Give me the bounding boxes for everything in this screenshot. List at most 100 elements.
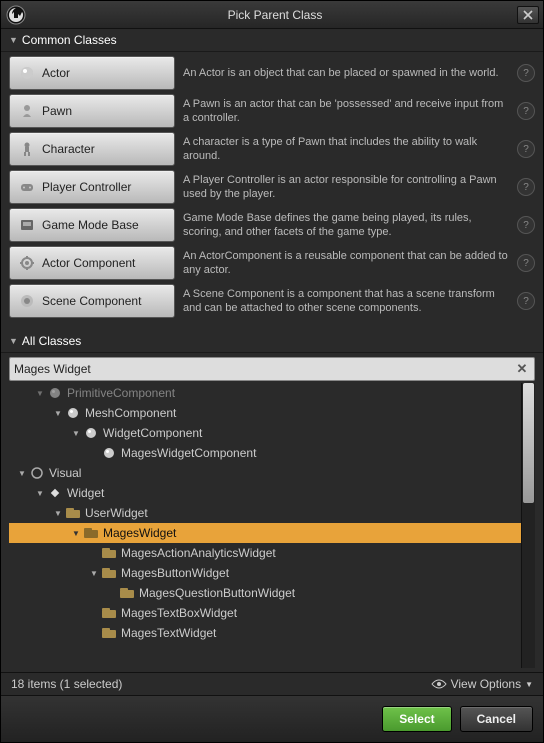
tree-node[interactable]: ▼PrimitiveComponent <box>9 383 521 403</box>
bp-icon <box>101 546 117 560</box>
character-icon <box>18 140 36 158</box>
class-description: A Pawn is an actor that can be 'possesse… <box>175 97 517 126</box>
class-button-game-mode-base[interactable]: Game Mode Base <box>9 208 175 242</box>
tree-node-label: MagesTextWidget <box>121 626 216 640</box>
tree-node[interactable]: ▼UserWidget <box>9 503 521 523</box>
tree-node[interactable]: ▼Widget <box>9 483 521 503</box>
actor-icon <box>18 64 36 82</box>
scrollbar[interactable] <box>521 383 535 668</box>
class-description: An Actor is an object that can be placed… <box>175 66 517 80</box>
expand-icon[interactable]: ▼ <box>17 469 27 478</box>
sphere-icon <box>83 426 99 440</box>
tree-node[interactable]: ▼ Visual <box>9 463 521 483</box>
class-button-actor[interactable]: Actor <box>9 56 175 90</box>
class-button-scene-component[interactable]: Scene Component <box>9 284 175 318</box>
class-row: Character A character is a type of Pawn t… <box>9 132 535 166</box>
scrollbar-thumb[interactable] <box>523 383 534 503</box>
expand-icon[interactable]: ▼ <box>71 529 81 538</box>
view-options-label: View Options <box>451 677 521 691</box>
close-button[interactable] <box>517 6 539 24</box>
help-button[interactable]: ? <box>517 64 535 82</box>
expand-icon[interactable]: ▼ <box>53 409 63 418</box>
tree-node[interactable]: ▼ MagesWidget <box>9 523 521 543</box>
all-classes-label: All Classes <box>22 334 81 348</box>
tree-node[interactable]: ▼ MeshComponent <box>9 403 521 423</box>
expand-icon[interactable]: ▼ <box>71 429 81 438</box>
cancel-button[interactable]: Cancel <box>460 706 533 732</box>
bp-icon <box>119 586 135 600</box>
tree-node-label: MagesButtonWidget <box>121 566 229 580</box>
class-button-label: Actor <box>42 66 70 80</box>
pawn-icon <box>18 102 36 120</box>
class-button-actor-component[interactable]: Actor Component <box>9 246 175 280</box>
class-description: A Scene Component is a component that ha… <box>175 287 517 316</box>
tree-node-label: MagesTextBoxWidget <box>121 606 237 620</box>
view-options-button[interactable]: View Options ▼ <box>431 677 533 691</box>
collapse-icon: ▼ <box>9 35 18 45</box>
class-button-label: Scene Component <box>42 294 141 308</box>
class-description: Game Mode Base defines the game being pl… <box>175 211 517 240</box>
class-button-label: Player Controller <box>42 180 131 194</box>
search-box: ✕ <box>9 357 535 381</box>
tree-node-label: Visual <box>49 466 81 480</box>
help-button[interactable]: ? <box>517 102 535 120</box>
help-button[interactable]: ? <box>517 178 535 196</box>
bp-icon <box>101 606 117 620</box>
expand-icon[interactable]: ▼ <box>35 489 45 498</box>
dialog-footer: Select Cancel <box>1 695 543 742</box>
circle-icon <box>29 466 45 480</box>
search-input[interactable] <box>14 362 514 376</box>
help-button[interactable]: ? <box>517 254 535 272</box>
class-description: A character is a type of Pawn that inclu… <box>175 135 517 164</box>
component-icon <box>18 254 36 272</box>
tree-node-label: MagesWidgetComponent <box>121 446 256 460</box>
common-classes-list: Actor An Actor is an object that can be p… <box>1 52 543 330</box>
class-button-character[interactable]: Character <box>9 132 175 166</box>
window-title: Pick Parent Class <box>33 8 517 22</box>
common-classes-header[interactable]: ▼ Common Classes <box>1 29 543 52</box>
bp-icon <box>101 626 117 640</box>
class-tree[interactable]: ▼PrimitiveComponent▼MeshComponent▼Widget… <box>9 383 521 668</box>
class-row: Game Mode Base Game Mode Base defines the… <box>9 208 535 242</box>
sphere-icon <box>65 406 81 420</box>
tree-node[interactable]: MagesActionAnalyticsWidget <box>9 543 521 563</box>
controller-icon <box>18 178 36 196</box>
tree-node[interactable]: MagesTextBoxWidget <box>9 603 521 623</box>
help-button[interactable]: ? <box>517 140 535 158</box>
class-row: Actor ComponentAn ActorComponent is a re… <box>9 246 535 280</box>
tree-node[interactable]: MagesWidgetComponent <box>9 443 521 463</box>
expand-icon[interactable]: ▼ <box>53 509 63 518</box>
clear-search-button[interactable]: ✕ <box>514 361 530 377</box>
collapse-icon: ▼ <box>9 336 18 346</box>
tree-node[interactable]: ▼WidgetComponent <box>9 423 521 443</box>
expand-icon[interactable]: ▼ <box>35 389 45 398</box>
tree-node[interactable]: ▼ MagesButtonWidget <box>9 563 521 583</box>
all-classes-header[interactable]: ▼ All Classes <box>1 330 543 353</box>
tree-node-label: MagesActionAnalyticsWidget <box>121 546 276 560</box>
class-button-label: Game Mode Base <box>42 218 139 232</box>
pick-parent-class-dialog: Pick Parent Class ▼ Common Classes Actor… <box>0 0 544 743</box>
tree-node[interactable]: MagesQuestionButtonWidget <box>9 583 521 603</box>
tree-node-label: MagesWidget <box>103 526 176 540</box>
unreal-logo-icon <box>5 4 27 26</box>
item-count-label: 18 items (1 selected) <box>11 677 122 691</box>
gamemode-icon <box>18 216 36 234</box>
tree-node[interactable]: MagesTextWidget <box>9 623 521 643</box>
titlebar: Pick Parent Class <box>1 1 543 29</box>
tree-node-label: MeshComponent <box>85 406 176 420</box>
eye-icon <box>431 678 447 690</box>
class-button-player-controller[interactable]: Player Controller <box>9 170 175 204</box>
help-button[interactable]: ? <box>517 216 535 234</box>
class-button-pawn[interactable]: Pawn <box>9 94 175 128</box>
diamond-icon <box>47 486 63 500</box>
bp-icon <box>83 526 99 540</box>
bp-icon <box>101 566 117 580</box>
class-button-label: Actor Component <box>42 256 135 270</box>
class-row: PawnA Pawn is an actor that can be 'poss… <box>9 94 535 128</box>
class-button-label: Character <box>42 142 95 156</box>
expand-icon[interactable]: ▼ <box>89 569 99 578</box>
select-button[interactable]: Select <box>382 706 451 732</box>
sphere-icon <box>101 446 117 460</box>
scene-icon <box>18 292 36 310</box>
help-button[interactable]: ? <box>517 292 535 310</box>
